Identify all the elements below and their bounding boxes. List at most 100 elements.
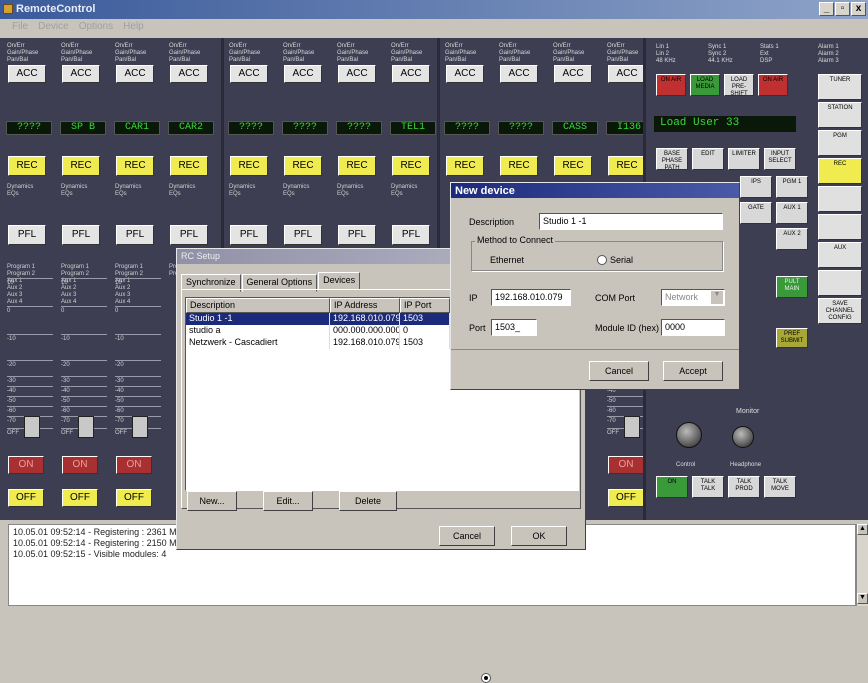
function-button[interactable]: AUX 2 bbox=[776, 228, 808, 250]
acc-button[interactable]: ACC bbox=[116, 65, 154, 83]
setup-cancel-button[interactable]: Cancel bbox=[439, 526, 495, 546]
side-button[interactable] bbox=[818, 270, 862, 296]
function-button[interactable]: LIMITER bbox=[728, 148, 760, 170]
top-function-button[interactable]: LOAD PRE-SHIFT bbox=[724, 74, 754, 97]
delete-device-button[interactable]: Delete bbox=[339, 491, 397, 511]
headphone-knob[interactable] bbox=[732, 426, 754, 448]
top-function-button[interactable]: ON AIR bbox=[656, 74, 686, 96]
control-knob[interactable] bbox=[676, 422, 702, 448]
pfl-button[interactable]: PFL bbox=[62, 225, 100, 245]
pref-submit-button[interactable]: PREF SUBMIT bbox=[776, 328, 808, 348]
side-button[interactable] bbox=[818, 214, 862, 240]
rec-button[interactable]: REC bbox=[554, 156, 592, 176]
function-button[interactable]: EDIT bbox=[692, 148, 724, 170]
minimize-button[interactable]: _ bbox=[819, 2, 834, 16]
acc-button[interactable]: ACC bbox=[500, 65, 538, 83]
ip-field[interactable]: 192.168.010.079 bbox=[491, 289, 571, 306]
function-button[interactable]: BASE PHASE PATH bbox=[656, 148, 688, 171]
scroll-down-arrow-icon[interactable]: ▼ bbox=[857, 593, 868, 604]
fader-handle[interactable] bbox=[24, 416, 40, 438]
side-button[interactable]: PGM bbox=[818, 130, 862, 156]
rec-button[interactable]: REC bbox=[170, 156, 208, 176]
rec-button[interactable]: REC bbox=[338, 156, 376, 176]
edit-device-button[interactable]: Edit... bbox=[263, 491, 313, 511]
close-button[interactable]: x bbox=[851, 2, 866, 16]
side-button[interactable]: STATION bbox=[818, 102, 862, 128]
function-button[interactable]: GATE bbox=[740, 202, 772, 224]
rec-button[interactable]: REC bbox=[62, 156, 100, 176]
rec-button[interactable]: REC bbox=[500, 156, 538, 176]
on-button[interactable]: ON bbox=[116, 456, 152, 474]
talk-button[interactable]: TALK TALK bbox=[692, 476, 724, 498]
column-header-ip-address[interactable]: IP Address bbox=[330, 298, 400, 313]
acc-button[interactable]: ACC bbox=[554, 65, 592, 83]
function-button[interactable]: AUX 1 bbox=[776, 202, 808, 224]
rec-button[interactable]: REC bbox=[284, 156, 322, 176]
talk-button[interactable]: TALK MOVE bbox=[764, 476, 796, 498]
on-button[interactable]: ON bbox=[62, 456, 98, 474]
module-id-field[interactable]: 0000 bbox=[661, 319, 725, 336]
acc-button[interactable]: ACC bbox=[392, 65, 430, 83]
description-field[interactable]: Studio 1 -1 bbox=[539, 213, 723, 230]
acc-button[interactable]: ACC bbox=[338, 65, 376, 83]
pfl-button[interactable]: PFL bbox=[8, 225, 46, 245]
top-function-button[interactable]: ON AIR bbox=[758, 74, 788, 96]
ethernet-radio[interactable]: Ethernet bbox=[477, 255, 524, 683]
scroll-up-arrow-icon[interactable]: ▲ bbox=[857, 524, 868, 535]
pfl-button[interactable]: PFL bbox=[338, 225, 376, 245]
on-button[interactable]: ON bbox=[608, 456, 644, 474]
function-button[interactable]: IPS bbox=[740, 176, 772, 198]
acc-button[interactable]: ACC bbox=[608, 65, 646, 83]
tab-devices[interactable]: Devices bbox=[318, 272, 361, 290]
menu-help[interactable]: Help bbox=[123, 21, 144, 34]
acc-button[interactable]: ACC bbox=[62, 65, 100, 83]
off-button[interactable]: OFF bbox=[116, 489, 152, 507]
acc-button[interactable]: ACC bbox=[446, 65, 484, 83]
acc-button[interactable]: ACC bbox=[8, 65, 46, 83]
new-device-button[interactable]: New... bbox=[187, 491, 237, 511]
off-button[interactable]: OFF bbox=[8, 489, 44, 507]
menu-file[interactable]: File bbox=[12, 21, 28, 34]
rec-button[interactable]: REC bbox=[8, 156, 46, 176]
setup-ok-button[interactable]: OK bbox=[511, 526, 567, 546]
serial-radio[interactable]: Serial bbox=[597, 255, 633, 265]
log-scrollbar[interactable]: ▲ ▼ bbox=[856, 524, 868, 606]
side-button[interactable]: TUNER bbox=[818, 74, 862, 100]
fader-handle[interactable] bbox=[132, 416, 148, 438]
rec-button[interactable]: REC bbox=[608, 156, 646, 176]
port-field[interactable]: 1503_ bbox=[491, 319, 537, 336]
top-function-button[interactable]: LOAD MEDIA bbox=[690, 74, 720, 96]
fader-handle[interactable] bbox=[78, 416, 94, 438]
accept-button[interactable]: Accept bbox=[663, 361, 723, 381]
talk-button[interactable]: ON bbox=[656, 476, 688, 498]
menu-options[interactable]: Options bbox=[79, 21, 113, 34]
function-button[interactable]: PGM 1 bbox=[776, 176, 808, 198]
talk-button[interactable]: TALK PROD bbox=[728, 476, 760, 498]
maximize-button[interactable]: ▫ bbox=[835, 2, 850, 16]
function-button[interactable]: INPUT SELECT bbox=[764, 148, 796, 170]
menu-device[interactable]: Device bbox=[38, 21, 69, 34]
pfl-button[interactable]: PFL bbox=[116, 225, 154, 245]
rec-button[interactable]: REC bbox=[446, 156, 484, 176]
on-button[interactable]: ON bbox=[8, 456, 44, 474]
acc-button[interactable]: ACC bbox=[170, 65, 208, 83]
pfl-button[interactable]: PFL bbox=[170, 225, 208, 245]
off-button[interactable]: OFF bbox=[608, 489, 644, 507]
rec-button[interactable]: REC bbox=[116, 156, 154, 176]
column-header-ip-port[interactable]: IP Port bbox=[400, 298, 450, 313]
acc-button[interactable]: ACC bbox=[284, 65, 322, 83]
pfl-button[interactable]: PFL bbox=[392, 225, 430, 245]
side-button[interactable]: AUX bbox=[818, 242, 862, 268]
side-button[interactable] bbox=[818, 186, 862, 212]
new-device-cancel-button[interactable]: Cancel bbox=[589, 361, 649, 381]
column-header-description[interactable]: Description bbox=[186, 298, 330, 313]
pult-main-button[interactable]: PULT MAIN bbox=[776, 276, 808, 298]
rec-button[interactable]: REC bbox=[230, 156, 268, 176]
pfl-button[interactable]: PFL bbox=[284, 225, 322, 245]
fader-handle[interactable] bbox=[624, 416, 640, 438]
side-button[interactable]: SAVE CHANNEL CONFIG bbox=[818, 298, 862, 324]
acc-button[interactable]: ACC bbox=[230, 65, 268, 83]
pfl-button[interactable]: PFL bbox=[230, 225, 268, 245]
off-button[interactable]: OFF bbox=[62, 489, 98, 507]
rec-button[interactable]: REC bbox=[392, 156, 430, 176]
